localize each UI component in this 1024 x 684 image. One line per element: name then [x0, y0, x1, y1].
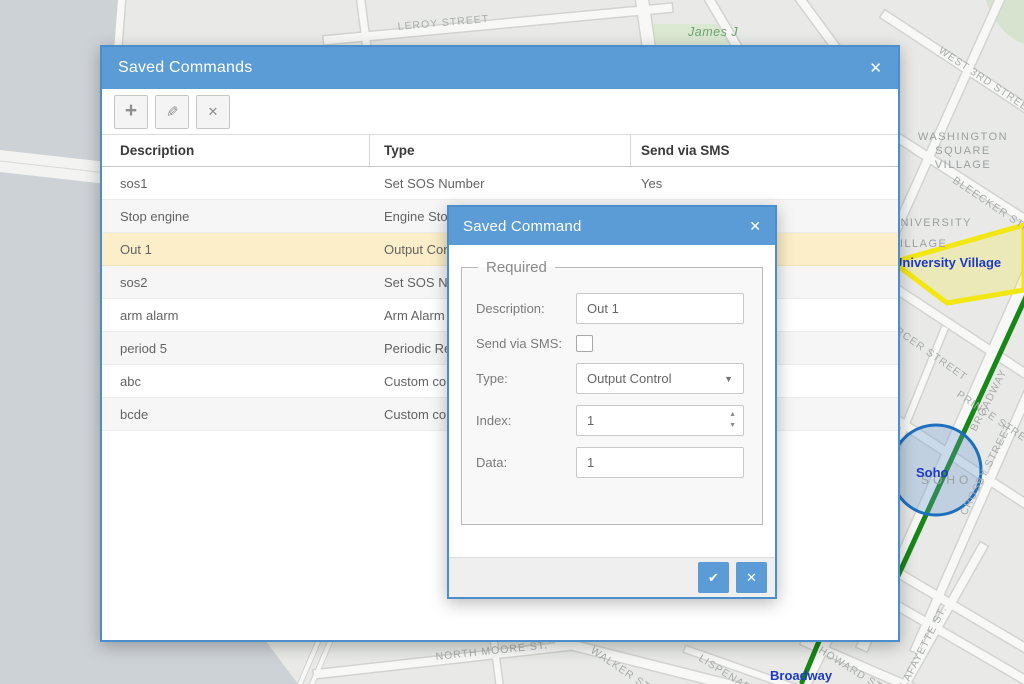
commands-toolbar: + ✎ ✕ [102, 89, 898, 134]
place-label-washington-2: SQUARE [935, 145, 990, 157]
cell-description: Stop engine [102, 209, 370, 224]
overlay-label-broadway: Broadway [770, 668, 833, 683]
cell-description: abc [102, 374, 370, 389]
step-up-icon[interactable]: ▲ [727, 409, 738, 420]
edit-command-button[interactable]: ✎ [155, 95, 189, 129]
data-field[interactable] [576, 447, 744, 478]
saved-commands-header: Saved Commands ✕ [102, 47, 898, 89]
add-command-button[interactable]: + [114, 95, 148, 129]
table-row[interactable]: sos1 Set SOS Number Yes [102, 167, 898, 200]
saved-command-title: Saved Command [463, 218, 749, 235]
check-icon: ✔ [708, 570, 719, 586]
cell-description: Out 1 [102, 242, 370, 257]
table-header: Description Type Send via SMS [102, 134, 898, 167]
cell-sms: Yes [631, 176, 898, 191]
saved-commands-title: Saved Commands [118, 59, 869, 77]
required-legend: Required [478, 259, 555, 276]
column-header-sms[interactable]: Send via SMS [631, 135, 898, 166]
place-label-washington-3: VILLAGE [935, 159, 991, 171]
stepper-arrows: ▲ ▼ [727, 409, 738, 431]
form-row-type: Type: Output Control ▼ [476, 363, 748, 394]
delete-icon: ✕ [208, 104, 219, 120]
cancel-button[interactable]: ✕ [736, 562, 767, 593]
send-via-sms-checkbox[interactable] [576, 335, 593, 352]
place-label-university-1: UNIVERSITY [891, 217, 972, 229]
column-header-type[interactable]: Type [370, 135, 631, 166]
place-label-washington-1: WASHINGTON [918, 131, 1008, 143]
saved-command-footer: ✔ ✕ [449, 557, 775, 597]
index-field[interactable] [576, 405, 744, 436]
required-fieldset: Required Description: Send via SMS: Type… [461, 259, 763, 525]
type-dropdown[interactable]: Output Control ▼ [576, 363, 744, 394]
overlay-label-soho: Soho [916, 465, 949, 480]
form-row-index: Index: ▲ ▼ [476, 405, 748, 436]
saved-command-dialog: Saved Command ✕ Required Description: Se… [447, 205, 777, 599]
saved-command-header: Saved Command ✕ [449, 207, 775, 245]
delete-command-button[interactable]: ✕ [196, 95, 230, 129]
plus-icon: + [125, 99, 137, 123]
overlay-label-university-village: University Village [893, 255, 1001, 270]
form-row-description: Description: [476, 293, 748, 324]
step-down-icon[interactable]: ▼ [727, 420, 738, 431]
type-label: Type: [476, 371, 576, 386]
index-label: Index: [476, 413, 576, 428]
description-field[interactable] [576, 293, 744, 324]
description-label: Description: [476, 301, 576, 316]
close-icon[interactable]: ✕ [869, 61, 882, 76]
close-icon: ✕ [746, 570, 757, 586]
cell-description: bcde [102, 407, 370, 422]
park-label-james: James J [687, 25, 738, 39]
cell-type: Set SOS Number [370, 176, 631, 191]
type-dropdown-value: Output Control [587, 371, 672, 386]
index-stepper: ▲ ▼ [576, 405, 744, 436]
close-icon[interactable]: ✕ [749, 219, 761, 233]
cell-description: arm alarm [102, 308, 370, 323]
form-row-sms: Send via SMS: [476, 335, 748, 352]
cell-description: sos1 [102, 176, 370, 191]
cell-description: period 5 [102, 341, 370, 356]
data-label: Data: [476, 455, 576, 470]
pencil-icon: ✎ [166, 103, 179, 121]
confirm-button[interactable]: ✔ [698, 562, 729, 593]
form-row-data: Data: [476, 447, 748, 478]
app-stage: LEROY STREET James J WEST 3RD STREET WAS… [0, 0, 1024, 684]
send-via-sms-label: Send via SMS: [476, 336, 576, 351]
column-header-description[interactable]: Description [102, 135, 370, 166]
cell-description: sos2 [102, 275, 370, 290]
saved-command-form: Required Description: Send via SMS: Type… [449, 245, 775, 557]
chevron-down-icon: ▼ [724, 374, 733, 384]
